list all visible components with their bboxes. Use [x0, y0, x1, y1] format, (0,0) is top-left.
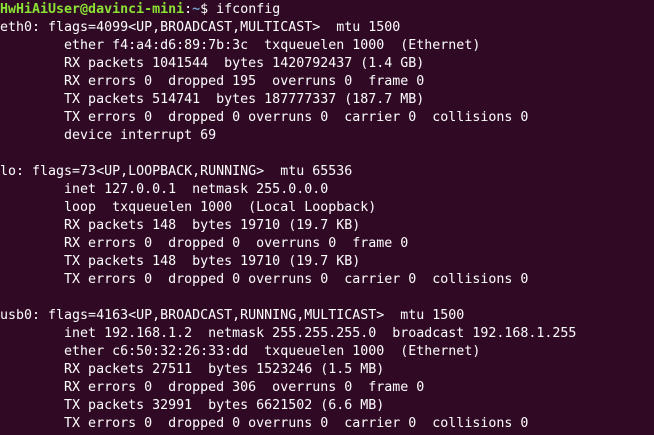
- output-line: TX errors 0 dropped 0 overruns 0 carrier…: [0, 416, 529, 431]
- output-line: device interrupt 69: [0, 128, 217, 143]
- prompt-separator: :: [184, 2, 193, 17]
- output-line: RX packets 148 bytes 19710 (19.7 KB): [0, 218, 361, 233]
- output-line: RX packets 1041544 bytes 1420792437 (1.4…: [0, 56, 425, 71]
- output-line: eth0: flags=4099<UP,BROADCAST,MULTICAST>…: [0, 20, 401, 35]
- output-line: inet 127.0.0.1 netmask 255.0.0.0: [0, 182, 329, 197]
- output-line: TX packets 32991 bytes 6621502 (6.6 MB): [0, 398, 385, 413]
- output-line: RX errors 0 dropped 306 overruns 0 frame…: [0, 380, 425, 395]
- output-line: RX errors 0 dropped 195 overruns 0 frame…: [0, 74, 425, 89]
- output-line: inet 192.168.1.2 netmask 255.255.255.0 b…: [0, 326, 577, 341]
- prompt-line: HwHiAiUser@davinci-mini:~$ ifconfig: [0, 1, 280, 19]
- prompt-user-host: HwHiAiUser@davinci-mini: [0, 2, 185, 17]
- prompt-symbol: $: [200, 2, 217, 17]
- output-line: TX errors 0 dropped 0 overruns 0 carrier…: [0, 272, 529, 287]
- output-line: lo: flags=73<UP,LOOPBACK,RUNNING> mtu 65…: [0, 164, 353, 179]
- output-line: usb0: flags=4163<UP,BROADCAST,RUNNING,MU…: [0, 308, 465, 323]
- prompt-command: ifconfig: [216, 2, 281, 17]
- prompt-path: ~: [192, 2, 201, 17]
- output-line: ether c6:50:32:26:33:dd txqueuelen 1000 …: [0, 344, 481, 359]
- output-line: TX errors 0 dropped 0 overruns 0 carrier…: [0, 110, 529, 125]
- output-line: RX errors 0 dropped 0 overruns 0 frame 0: [0, 236, 409, 251]
- terminal-window[interactable]: HwHiAiUser@davinci-mini:~$ ifconfig eth0…: [0, 0, 654, 435]
- output-line: RX packets 27511 bytes 1523246 (1.5 MB): [0, 362, 385, 377]
- output-line: ether f4:a4:d6:89:7b:3c txqueuelen 1000 …: [0, 38, 481, 53]
- output-line: TX packets 148 bytes 19710 (19.7 KB): [0, 254, 361, 269]
- output-line: TX packets 514741 bytes 187777337 (187.7…: [0, 92, 425, 107]
- output-line: loop txqueuelen 1000 (Local Loopback): [0, 200, 377, 215]
